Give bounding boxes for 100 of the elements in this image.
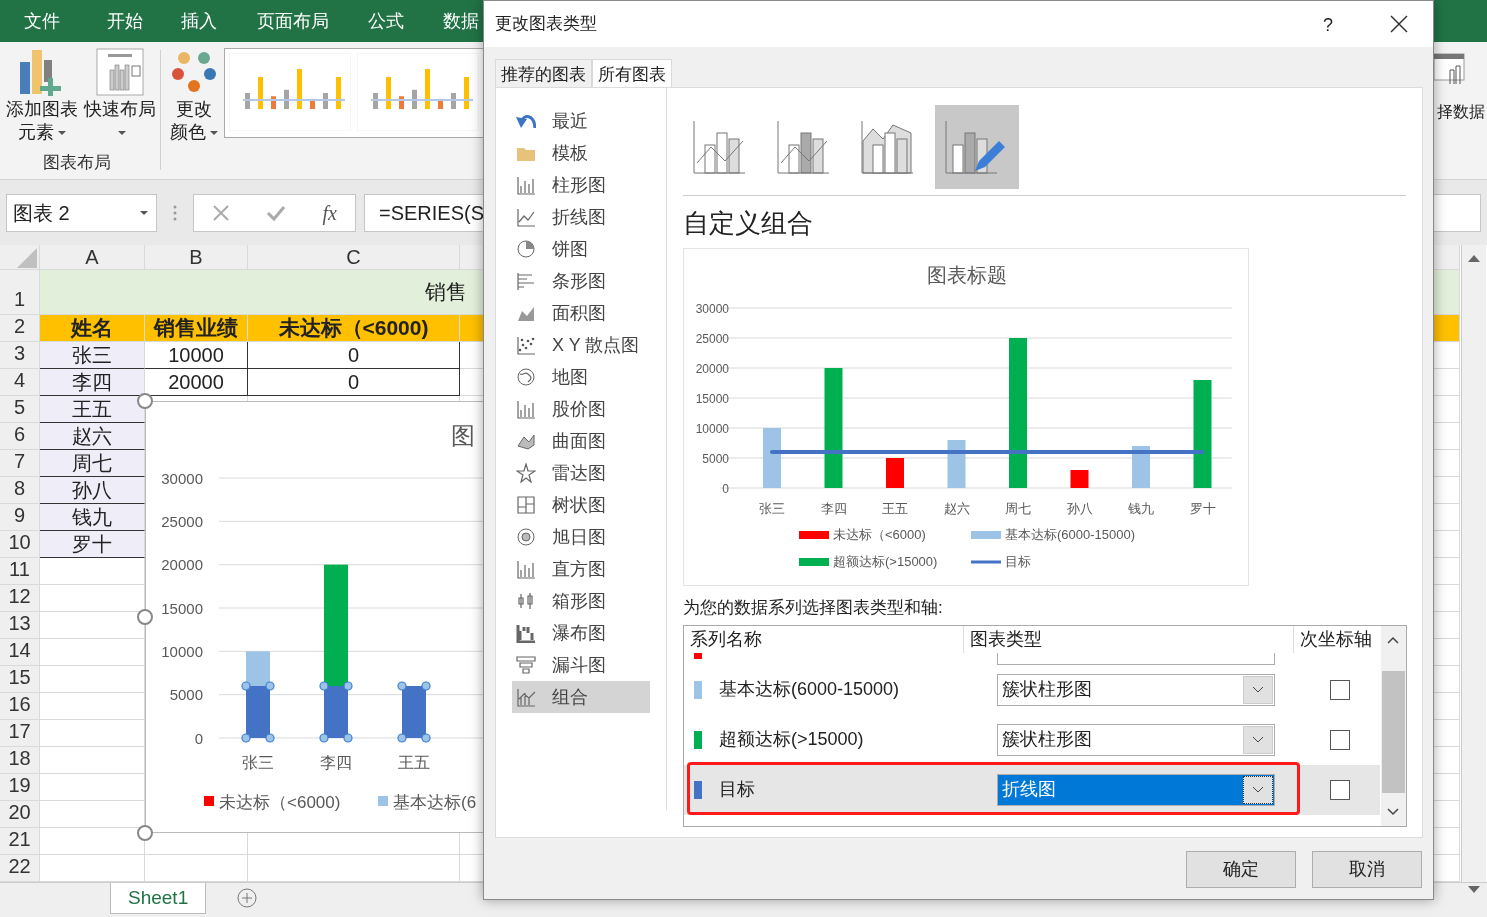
chart-type-item[interactable]: 旭日图 [512, 521, 650, 553]
row-header[interactable]: 15 [0, 666, 40, 693]
row-header[interactable]: 20 [0, 801, 40, 828]
scrollbar[interactable] [1381, 625, 1406, 826]
scroll-down-icon[interactable] [1387, 807, 1399, 816]
chart-style-gallery[interactable] [224, 48, 486, 138]
column-header[interactable]: A [40, 245, 145, 270]
row-header[interactable]: 4 [0, 369, 40, 396]
chart-type-dropdown[interactable]: 簇状柱形图 [997, 673, 1275, 706]
scroll-up-icon[interactable] [1387, 635, 1399, 644]
ribbon-button[interactable]: 快速布局 [82, 44, 158, 148]
chart-subtype-button[interactable] [935, 105, 1019, 189]
ribbon-tab[interactable]: 数据 [443, 8, 479, 35]
row-header[interactable]: 18 [0, 747, 40, 774]
column-header[interactable]: B [145, 245, 248, 270]
name-box[interactable]: 图表 2 [6, 193, 157, 232]
row-header[interactable]: 16 [0, 693, 40, 720]
resize-handle[interactable] [136, 824, 154, 842]
dialog-button[interactable]: 取消 [1312, 851, 1422, 888]
chart-type-item[interactable]: 模板 [512, 137, 650, 169]
row-header[interactable]: 2 [0, 315, 40, 342]
chart-type-item[interactable]: 雷达图 [512, 457, 650, 489]
row-header[interactable]: 21 [0, 828, 40, 855]
table-row[interactable]: 目标 折线图 [684, 764, 1380, 815]
legend-swatch [799, 531, 829, 539]
selection-handle[interactable] [397, 681, 407, 691]
table-row[interactable]: 超额达标(>15000) 簇状柱形图 [684, 714, 1380, 765]
selection-handle[interactable] [265, 681, 275, 691]
chart-area[interactable]: 图 0 5000 10000 15000 20000 25000 30000 张三 李四 王五 未达标（<6000) 基本达标(6 [145, 401, 485, 833]
ribbon-tab[interactable]: 插入 [181, 8, 217, 35]
checkbox[interactable] [1330, 779, 1350, 800]
chart-type-item[interactable]: 箱形图 [512, 585, 650, 617]
selection-handle[interactable] [319, 681, 329, 691]
selection-handle[interactable] [397, 733, 407, 743]
check-icon[interactable] [266, 203, 287, 222]
table-row[interactable]: 基本达标(6000-15000) 簇状柱形图 [684, 664, 1380, 715]
chart-type-dropdown[interactable]: 折线图 [997, 773, 1275, 806]
chart-type-item[interactable]: 树状图 [512, 489, 650, 521]
table-cell: 0 [248, 342, 460, 369]
resize-handle[interactable] [136, 392, 154, 410]
insert-function-button[interactable]: fx [322, 197, 337, 228]
ribbon-tab[interactable]: 公式 [368, 8, 404, 35]
chart-type-item[interactable]: 组合 [512, 681, 650, 713]
row-header[interactable]: 1 [0, 270, 40, 315]
row-header[interactable]: 22 [0, 855, 40, 882]
resize-handle[interactable] [136, 608, 154, 626]
ribbon-button[interactable]: 更改 颜色 [168, 44, 220, 148]
column-header[interactable]: C [248, 245, 460, 270]
scroll-up-icon[interactable] [1467, 253, 1481, 263]
selection-handle[interactable] [265, 733, 275, 743]
row-header[interactable]: 8 [0, 477, 40, 504]
table-cell: 钱九 [40, 504, 145, 531]
selection-handle[interactable] [241, 681, 251, 691]
chart-type-item[interactable]: 最近 [512, 105, 650, 137]
chart-type-item[interactable]: 曲面图 [512, 425, 650, 457]
add-sheet-icon[interactable] [236, 887, 259, 909]
chart-type-item[interactable]: 股价图 [512, 393, 650, 425]
selection-handle[interactable] [241, 733, 251, 743]
selection-handle[interactable] [343, 733, 353, 743]
row-header[interactable]: 10 [0, 531, 40, 558]
tab[interactable]: 所有图表 [592, 59, 672, 87]
scroll-down-icon[interactable] [1467, 885, 1481, 895]
tab[interactable]: 推荐的图表 [495, 59, 592, 87]
chart-style-thumbnail[interactable] [229, 53, 351, 131]
row-header[interactable]: 13 [0, 612, 40, 639]
row-header[interactable]: 3 [0, 342, 40, 369]
ribbon-tab[interactable]: 开始 [107, 8, 143, 35]
chart-type-item[interactable]: 折线图 [512, 201, 650, 233]
chart-type-item[interactable]: 漏斗图 [512, 649, 650, 681]
axis-label: 罗十 [1189, 501, 1216, 516]
row-header[interactable]: 12 [0, 585, 40, 612]
chart-style-thumbnail[interactable] [357, 53, 479, 131]
chart-type-item[interactable]: 瀑布图 [512, 617, 650, 649]
row-header[interactable]: 7 [0, 450, 40, 477]
dialog-button[interactable]: 确定 [1186, 851, 1296, 888]
chart-type-item[interactable]: 直方图 [512, 553, 650, 585]
sheet-tab[interactable]: Sheet1 [110, 883, 207, 914]
selection-handle[interactable] [319, 733, 329, 743]
row-header[interactable]: 19 [0, 774, 40, 801]
chart-type-dropdown[interactable]: 簇状柱形图 [997, 723, 1275, 756]
chart-type-item[interactable]: 饼图 [512, 233, 650, 265]
row-header[interactable]: 14 [0, 639, 40, 666]
selection-handle[interactable] [421, 681, 431, 691]
row-header[interactable]: 6 [0, 423, 40, 450]
row-header[interactable]: 5 [0, 396, 40, 423]
help-button[interactable]: ? [1323, 12, 1333, 39]
row-header[interactable]: 9 [0, 504, 40, 531]
chart-type-item[interactable]: X Y 散点图 [512, 329, 650, 361]
row-header[interactable]: 11 [0, 558, 40, 585]
selection-handle[interactable] [421, 733, 431, 743]
ribbon-tab[interactable]: 页面布局 [257, 8, 329, 35]
close-icon[interactable] [1390, 15, 1408, 33]
row-header[interactable]: 17 [0, 720, 40, 747]
checkbox[interactable] [1330, 679, 1350, 700]
ribbon-button[interactable]: 添加图表 元素 [4, 44, 80, 148]
checkbox[interactable] [1330, 729, 1350, 750]
chart-type-item[interactable]: 柱形图 [512, 169, 650, 201]
selection-handle[interactable] [343, 681, 353, 691]
ribbon-tab[interactable]: 文件 [24, 8, 60, 35]
chart-type-item[interactable]: 地图 [512, 361, 650, 393]
